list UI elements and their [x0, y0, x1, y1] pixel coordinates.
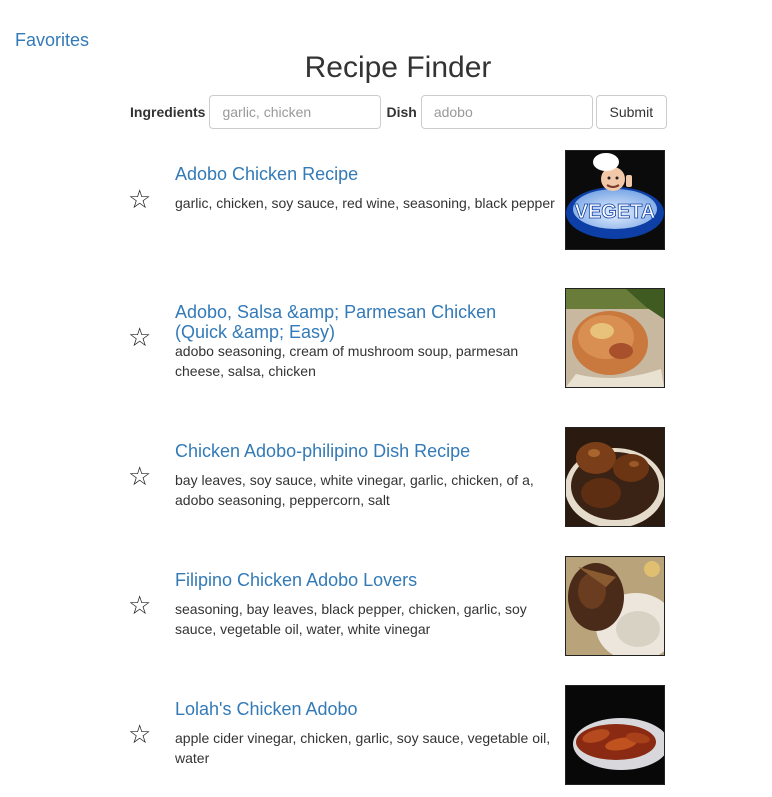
ingredients-label: Ingredients: [130, 104, 206, 120]
recipe-thumbnail[interactable]: [565, 556, 665, 656]
recipe-thumbnail[interactable]: [565, 685, 665, 785]
page-title: Recipe Finder: [304, 51, 492, 84]
recipe-title-link[interactable]: Chicken Adobo-philipino Dish Recipe: [175, 441, 545, 461]
result-item: ☆ Filipino Chicken Adobo Lovers seasonin…: [0, 556, 772, 658]
dish-label: Dish: [386, 104, 417, 120]
result-item: ☆ Lolah's Chicken Adobo apple cider vine…: [0, 685, 772, 787]
recipe-title-link[interactable]: Filipino Chicken Adobo Lovers: [175, 570, 545, 590]
ingredients-input[interactable]: [209, 95, 382, 129]
recipe-thumbnail[interactable]: [565, 288, 665, 388]
recipe-thumbnail[interactable]: VEGETA: [565, 150, 665, 250]
favorite-star-icon[interactable]: ☆: [128, 324, 151, 350]
recipe-thumbnail[interactable]: [565, 427, 665, 527]
recipe-title-link[interactable]: Adobo Chicken Recipe: [175, 164, 545, 184]
dish-input[interactable]: [420, 95, 593, 129]
recipe-title-link[interactable]: Lolah's Chicken Adobo: [175, 699, 545, 719]
result-item: ☆ Chicken Adobo-philipino Dish Recipe ba…: [0, 427, 772, 529]
favorite-star-icon[interactable]: ☆: [128, 592, 151, 618]
result-item: ☆ Adobo, Salsa &amp; Parmesan Chicken (Q…: [0, 288, 772, 390]
favorite-star-icon[interactable]: ☆: [128, 463, 151, 489]
recipe-ingredients: apple cider vinegar, chicken, garlic, so…: [175, 730, 551, 766]
recipe-title-link[interactable]: Adobo, Salsa &amp; Parmesan Chicken (Qui…: [175, 302, 545, 342]
result-item: ☆ Adobo Chicken Recipe garlic, chicken, …: [0, 150, 772, 252]
recipe-ingredients: garlic, chicken, soy sauce, red wine, se…: [175, 195, 555, 211]
thumb-brand-text: VEGETA: [575, 201, 656, 223]
recipe-ingredients: adobo seasoning, cream of mushroom soup,…: [175, 343, 519, 379]
favorite-star-icon[interactable]: ☆: [128, 721, 151, 747]
favorites-link[interactable]: Favorites: [15, 30, 89, 51]
recipe-ingredients: bay leaves, soy sauce, white vinegar, ga…: [175, 472, 534, 508]
search-form: Ingredients Dish Submit: [130, 95, 667, 129]
favorite-star-icon[interactable]: ☆: [128, 186, 151, 212]
recipe-ingredients: seasoning, bay leaves, black pepper, chi…: [175, 601, 527, 637]
submit-button[interactable]: Submit: [595, 95, 667, 129]
